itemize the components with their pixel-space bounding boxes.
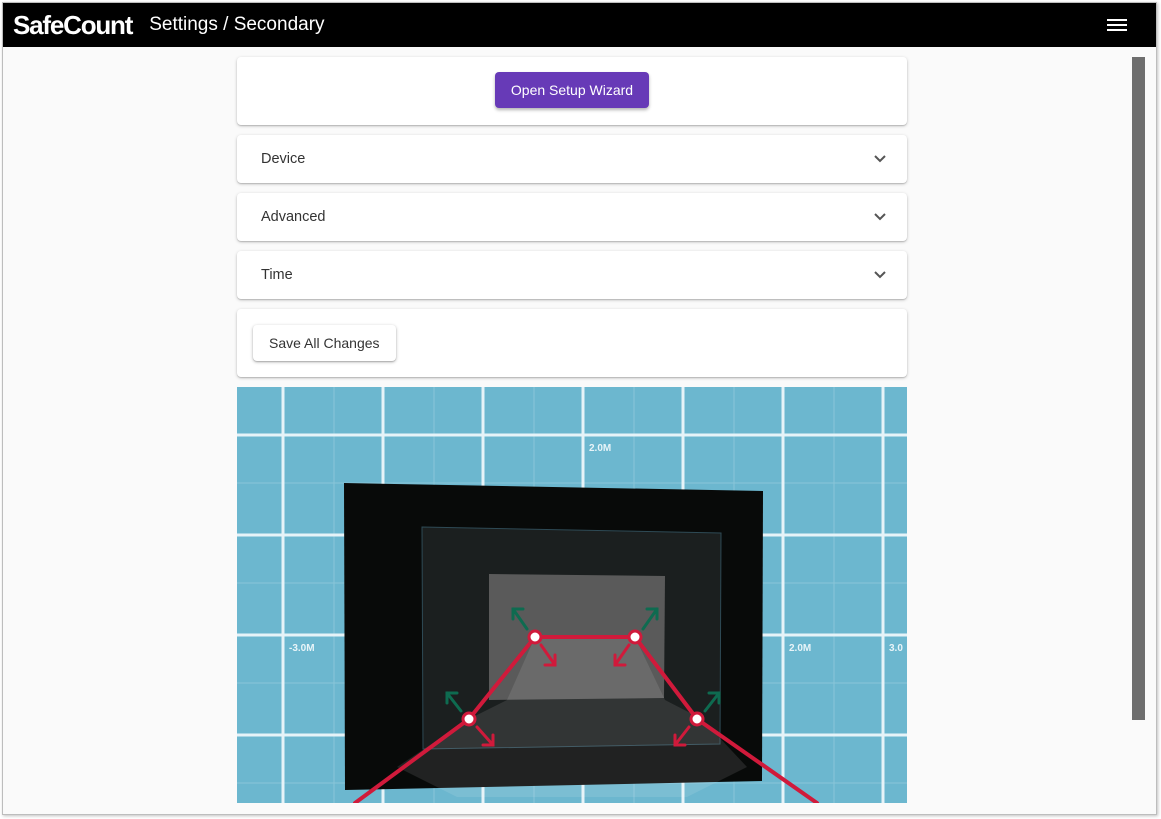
- panel-label: Advanced: [261, 209, 326, 225]
- zone-visualizer-canvas[interactable]: 2.0M -3.0M 2.0M 3.0: [237, 387, 907, 803]
- zone-vertex-handle[interactable]: [627, 629, 643, 645]
- zone-vertex-handle[interactable]: [527, 629, 543, 645]
- zone-vertex-handle[interactable]: [461, 711, 477, 727]
- axis-label-top: 2.0M: [589, 443, 611, 454]
- axis-label-left: -3.0M: [289, 643, 315, 654]
- panel-label: Time: [261, 267, 293, 283]
- chevron-down-icon: [874, 271, 886, 279]
- panel-device[interactable]: Device: [237, 135, 907, 183]
- app-window: SafeCount Settings / Secondary Open Setu…: [2, 2, 1157, 815]
- zone-visualizer[interactable]: 2.0M -3.0M 2.0M 3.0: [237, 387, 907, 803]
- settings-content: Open Setup Wizard Device Advanced Time S…: [237, 57, 907, 377]
- chevron-down-icon: [874, 155, 886, 163]
- page-title: Settings / Secondary: [149, 14, 325, 35]
- axis-label-far-right: 3.0: [889, 643, 903, 654]
- panel-advanced[interactable]: Advanced: [237, 193, 907, 241]
- app-bar: SafeCount Settings / Secondary: [3, 3, 1156, 47]
- panel-label: Device: [261, 151, 306, 167]
- save-card: Save All Changes: [237, 309, 907, 377]
- hamburger-menu-icon[interactable]: [1107, 16, 1127, 34]
- chevron-down-icon: [874, 213, 886, 221]
- wizard-card: Open Setup Wizard: [237, 57, 907, 125]
- save-all-changes-button[interactable]: Save All Changes: [253, 325, 396, 361]
- scrollbar[interactable]: [1132, 57, 1145, 720]
- open-setup-wizard-button[interactable]: Open Setup Wizard: [494, 72, 650, 108]
- zone-vertex-handle[interactable]: [689, 711, 705, 727]
- panel-time[interactable]: Time: [237, 251, 907, 299]
- brand-logo: SafeCount: [13, 9, 133, 40]
- axis-label-right: 2.0M: [789, 643, 811, 654]
